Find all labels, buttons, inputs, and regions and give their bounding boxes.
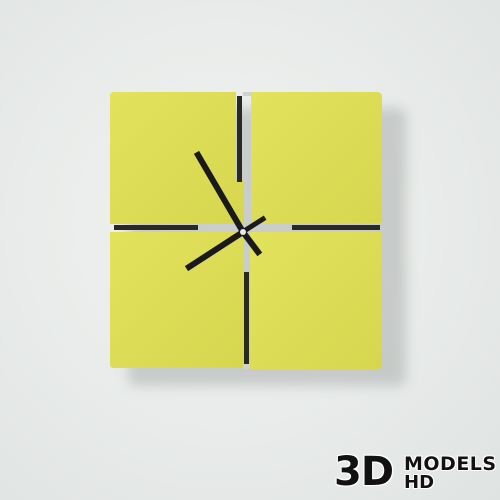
clock-panel-top-right: [251, 92, 382, 223]
watermark-logo: 3D MODELS HD: [334, 450, 497, 494]
clock-illustration: [110, 92, 406, 386]
clock-panel-bottom-left: [110, 232, 243, 368]
watermark-hd-text: HD: [404, 472, 435, 493]
slot-3: [292, 225, 380, 230]
watermark-3d-text: 3D: [334, 449, 394, 495]
center-pin: [240, 229, 246, 235]
clock-panel-bottom-right: [250, 232, 382, 369]
slot-12: [237, 96, 242, 182]
clock-scene: [0, 0, 500, 500]
slot-6: [244, 272, 249, 366]
watermark-models-text: MODELS: [404, 453, 497, 475]
slot-9: [114, 225, 198, 230]
